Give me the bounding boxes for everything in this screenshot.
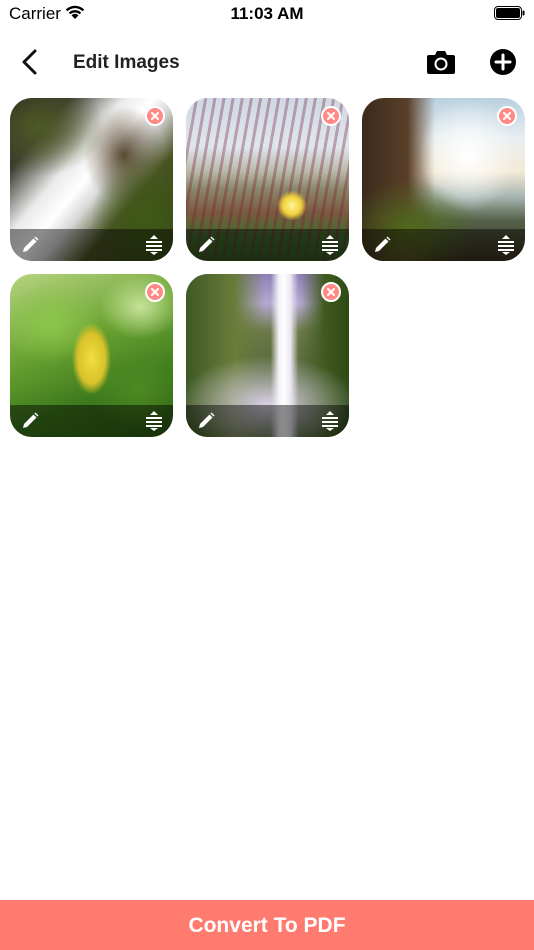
camera-button[interactable] — [426, 48, 456, 76]
chevron-left-icon — [22, 49, 37, 75]
remove-image-button[interactable] — [145, 282, 165, 302]
pencil-icon[interactable] — [20, 411, 40, 431]
image-tile[interactable] — [10, 98, 173, 261]
reorder-icon[interactable] — [145, 411, 163, 431]
image-tile[interactable] — [186, 98, 349, 261]
nav-bar: Edit Images — [0, 38, 534, 90]
remove-icon — [327, 288, 335, 296]
reorder-icon[interactable] — [321, 235, 339, 255]
add-image-button[interactable] — [489, 48, 517, 76]
camera-icon — [427, 51, 455, 74]
remove-image-button[interactable] — [145, 106, 165, 126]
pencil-icon[interactable] — [20, 235, 40, 255]
page-title: Edit Images — [73, 52, 180, 73]
pencil-icon[interactable] — [372, 235, 392, 255]
remove-icon — [151, 288, 159, 296]
plus-circle-icon — [490, 49, 516, 75]
battery-icon — [494, 6, 525, 20]
remove-image-button[interactable] — [497, 106, 517, 126]
remove-icon — [503, 112, 511, 120]
status-bar: Carrier 11:03 AM — [0, 0, 534, 30]
remove-icon — [151, 112, 159, 120]
reorder-icon[interactable] — [497, 235, 515, 255]
image-tile[interactable] — [186, 274, 349, 437]
reorder-icon[interactable] — [145, 235, 163, 255]
pencil-icon[interactable] — [196, 411, 216, 431]
back-button[interactable] — [14, 46, 46, 78]
reorder-icon[interactable] — [321, 411, 339, 431]
remove-image-button[interactable] — [321, 282, 341, 302]
image-tile[interactable] — [362, 98, 525, 261]
remove-image-button[interactable] — [321, 106, 341, 126]
pencil-icon[interactable] — [196, 235, 216, 255]
status-time: 11:03 AM — [230, 4, 304, 23]
remove-icon — [327, 112, 335, 120]
convert-to-pdf-button[interactable]: Convert To PDF — [0, 900, 534, 950]
image-tile[interactable] — [10, 274, 173, 437]
